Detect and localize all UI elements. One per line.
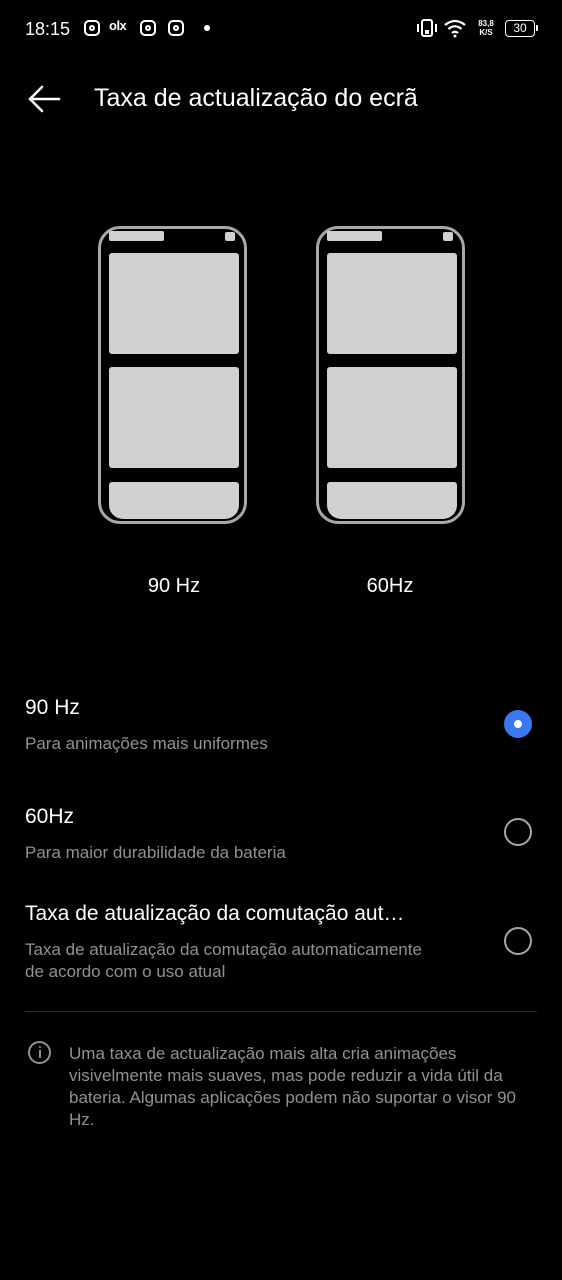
phone-content-block	[327, 253, 457, 354]
radio-60hz[interactable]	[504, 818, 532, 846]
option-description: Para animações mais uniformes	[25, 734, 268, 753]
network-speed-value: 83,8	[478, 19, 494, 28]
battery-icon: 30	[505, 20, 538, 37]
phone-content-block	[327, 482, 457, 519]
battery-level: 30	[513, 21, 527, 35]
option-title: 90 Hz	[25, 696, 80, 719]
status-bar: 18:15 olx 83,8 K/S 30	[0, 0, 562, 58]
back-button[interactable]	[22, 80, 66, 118]
option-90hz[interactable]: 90 Hz Para animações mais uniformes	[0, 690, 562, 770]
divider	[25, 1011, 537, 1012]
phone-content-block	[109, 253, 239, 354]
phone-preview-90hz	[98, 226, 247, 524]
option-60hz[interactable]: 60Hz Para maior durabilidade da bateria	[0, 800, 562, 878]
option-title: 60Hz	[25, 805, 75, 828]
option-description: Taxa de atualização da comutação automat…	[25, 940, 422, 981]
wifi-icon	[444, 19, 466, 38]
radio-90hz[interactable]	[504, 710, 532, 738]
phone-status-bar	[327, 231, 382, 241]
network-speed-unit: K/S	[479, 28, 493, 37]
info-icon	[28, 1041, 51, 1064]
phone-content-block	[109, 367, 239, 468]
radio-auto-switch[interactable]	[504, 927, 532, 955]
phone-preview-60hz	[316, 226, 465, 524]
vibrate-icon	[417, 19, 437, 37]
dot-icon	[204, 25, 210, 31]
page-title: Taxa de actualização do ecrã	[94, 84, 418, 112]
arrow-left-icon	[28, 85, 61, 113]
preview-label-60hz: 60Hz	[366, 575, 414, 597]
olx-icon: olx	[109, 18, 127, 33]
phone-content-block	[327, 367, 457, 468]
instagram-icon	[84, 20, 100, 36]
phone-content-block	[109, 482, 239, 519]
instagram-icon	[140, 20, 156, 36]
phone-status-icon	[443, 232, 453, 241]
instagram-icon	[168, 20, 184, 36]
screen: 18:15 olx 83,8 K/S 30 Taxa de actualizaç…	[0, 0, 562, 1280]
network-speed: 83,8 K/S	[473, 19, 499, 37]
option-title: Taxa de atualização da comutação aut…	[25, 902, 405, 925]
preview-label-90hz: 90 Hz	[147, 575, 201, 597]
option-description: Para maior durabilidade da bateria	[25, 843, 286, 862]
phone-status-icon	[225, 232, 235, 241]
status-time: 18:15	[25, 19, 71, 39]
info-text: Uma taxa de actualização mais alta cria …	[69, 1044, 516, 1129]
option-auto-switch[interactable]: Taxa de atualização da comutação aut… Ta…	[0, 890, 562, 990]
phone-status-bar	[109, 231, 164, 241]
